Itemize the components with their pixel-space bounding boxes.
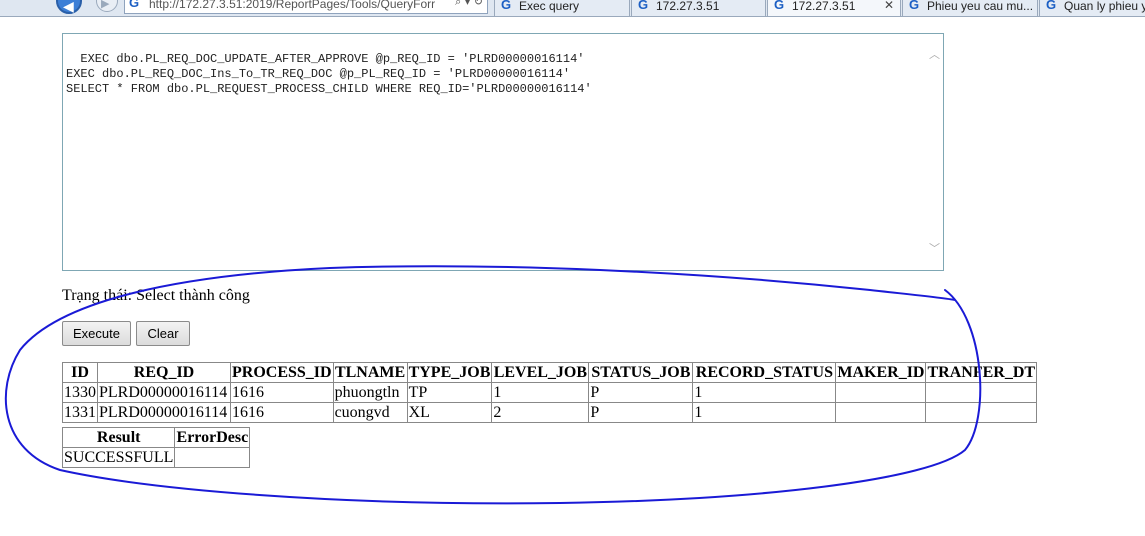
- clear-button[interactable]: Clear: [136, 321, 190, 346]
- table-cell: [925, 402, 1038, 423]
- column-header: REQ_ID: [97, 362, 231, 383]
- table-cell: [835, 382, 927, 403]
- column-header: Result: [61, 427, 176, 448]
- table-cell: 1616: [230, 382, 334, 403]
- query-text: EXEC dbo.PL_REQ_DOC_UPDATE_AFTER_APPROVE…: [66, 52, 592, 96]
- column-header: TYPE_JOB: [406, 362, 493, 383]
- column-header: ID: [62, 362, 98, 383]
- table-cell: 1330: [62, 382, 98, 403]
- table-cell: P: [588, 382, 694, 403]
- back-arrow-icon: ◀: [63, 0, 74, 15]
- tab-favicon-icon: G: [1046, 0, 1057, 12]
- scroll-down-icon[interactable]: ﹀: [929, 240, 940, 256]
- browser-tab[interactable]: G Exec query: [494, 0, 630, 16]
- table-cell: TP: [406, 382, 493, 403]
- close-tab-icon[interactable]: ✕: [884, 0, 894, 12]
- address-bar-icons[interactable]: ⌕ ▾ ↻: [455, 0, 483, 9]
- address-bar[interactable]: G http://172.27.3.51:2019/ReportPages/To…: [124, 0, 488, 14]
- table-cell: 2: [491, 402, 590, 423]
- execute-button[interactable]: Execute: [62, 321, 131, 346]
- table-row: SUCCESSFULL: [61, 447, 251, 468]
- site-favicon-icon: G: [129, 0, 140, 10]
- table-cell: PLRD00000016114: [97, 402, 231, 423]
- tab-favicon-icon: G: [501, 0, 512, 12]
- browser-tab[interactable]: G 172.27.3.51: [631, 0, 766, 16]
- tab-label: Quan ly phieu y: [1064, 0, 1145, 13]
- tab-favicon-icon: G: [909, 0, 920, 12]
- table-cell: XL: [406, 402, 493, 423]
- browser-tab[interactable]: G 172.27.3.51 ✕: [767, 0, 901, 16]
- column-header: RECORD_STATUS: [692, 362, 837, 383]
- table-cell: 1331: [62, 402, 98, 423]
- table-row: 1330 PLRD00000016114 1616 phuongtln TP 1…: [62, 382, 1038, 403]
- browser-chrome: ◀ ▶ G http://172.27.3.51:2019/ReportPage…: [0, 0, 1145, 17]
- table-cell: SUCCESSFULL: [61, 447, 176, 468]
- forward-arrow-icon: ▶: [101, 0, 110, 10]
- table-header-row: Result ErrorDesc: [61, 427, 251, 448]
- status-message: Trạng thái: Select thành công: [62, 287, 250, 304]
- column-header: STATUS_JOB: [588, 362, 694, 383]
- tab-favicon-icon: G: [638, 0, 649, 12]
- table-cell: P: [588, 402, 694, 423]
- browser-tab[interactable]: G Quan ly phieu y: [1039, 0, 1145, 16]
- column-header: PROCESS_ID: [230, 362, 334, 383]
- table-cell: 1: [692, 402, 837, 423]
- tab-label: 172.27.3.51: [656, 0, 720, 13]
- address-url: http://172.27.3.51:2019/ReportPages/Tool…: [149, 0, 436, 11]
- table-cell: PLRD00000016114: [97, 382, 231, 403]
- table-cell: phuongtln: [332, 382, 408, 403]
- tab-label: Phieu yeu cau mu...: [927, 0, 1034, 13]
- column-header: TLNAME: [332, 362, 408, 383]
- table-header-row: ID REQ_ID PROCESS_ID TLNAME TYPE_JOB LEV…: [62, 362, 1038, 383]
- table-cell: 1: [692, 382, 837, 403]
- tab-label: Exec query: [519, 0, 580, 13]
- back-button[interactable]: ◀: [56, 0, 82, 15]
- column-header: MAKER_ID: [835, 362, 927, 383]
- query-textarea[interactable]: EXEC dbo.PL_REQ_DOC_UPDATE_AFTER_APPROVE…: [62, 33, 944, 271]
- column-header: TRANFER_DT: [925, 362, 1038, 383]
- textarea-scrollbar[interactable]: ︿ ﹀: [926, 34, 943, 270]
- tab-label: 172.27.3.51: [792, 0, 856, 13]
- execution-status-table: Result ErrorDesc SUCCESSFULL: [61, 427, 251, 468]
- table-cell: 1616: [230, 402, 334, 423]
- scroll-up-icon[interactable]: ︿: [929, 46, 940, 62]
- table-cell: [925, 382, 1038, 403]
- result-table: ID REQ_ID PROCESS_ID TLNAME TYPE_JOB LEV…: [62, 362, 1038, 423]
- table-cell: [835, 402, 927, 423]
- table-cell: cuongvd: [332, 402, 408, 423]
- column-header: ErrorDesc: [174, 427, 251, 448]
- column-header: LEVEL_JOB: [491, 362, 590, 383]
- forward-button[interactable]: ▶: [96, 0, 118, 12]
- browser-tab[interactable]: G Phieu yeu cau mu...: [902, 0, 1038, 16]
- table-cell: [174, 447, 251, 468]
- table-row: 1331 PLRD00000016114 1616 cuongvd XL 2 P…: [62, 402, 1038, 423]
- table-cell: 1: [491, 382, 590, 403]
- tab-favicon-icon: G: [774, 0, 785, 12]
